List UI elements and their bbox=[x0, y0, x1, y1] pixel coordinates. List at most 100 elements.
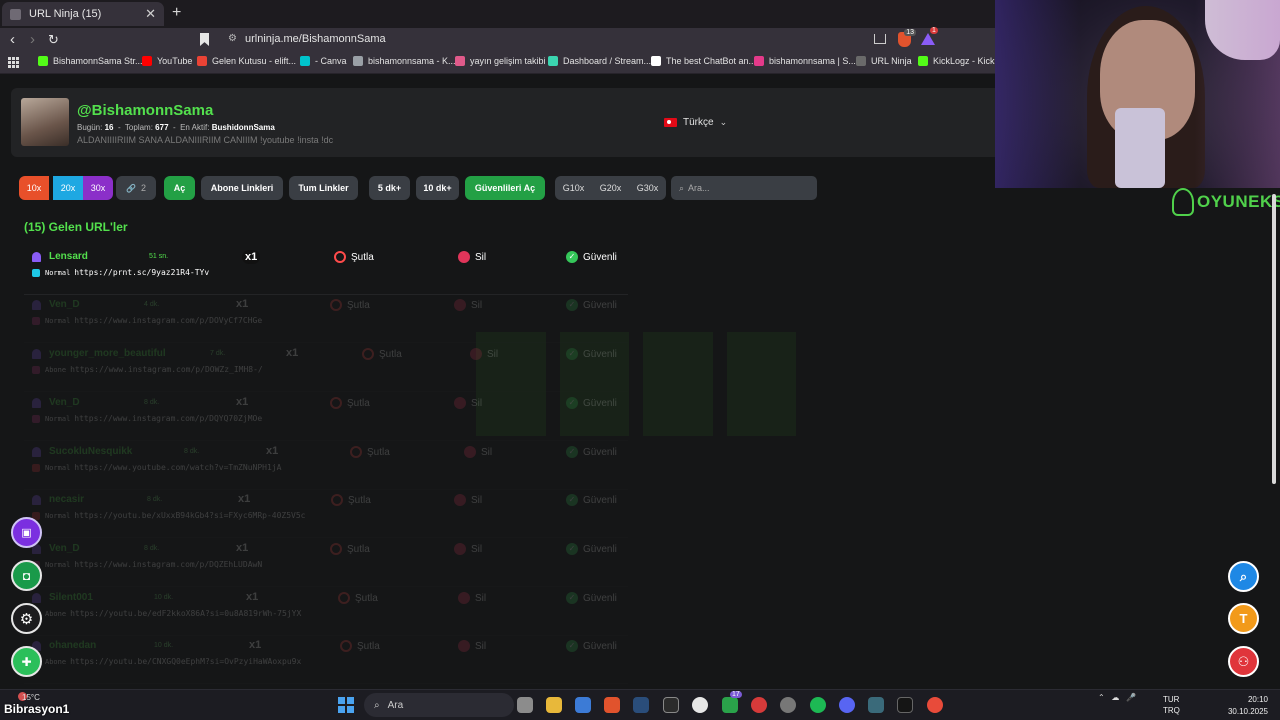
bookmark-item[interactable]: The best ChatBot an... bbox=[651, 56, 756, 66]
mult-20x-button[interactable]: 20x bbox=[53, 176, 83, 200]
url-text[interactable]: https://prnt.sc/9yaz21R4-TYv bbox=[74, 268, 209, 277]
g10x-button[interactable]: G10x bbox=[555, 176, 592, 200]
url-sender[interactable]: younger_more_beautiful bbox=[32, 348, 166, 359]
url-sender[interactable]: ohanedan bbox=[32, 640, 96, 651]
language-indicator[interactable]: TUR TRQ bbox=[1163, 694, 1180, 716]
capcut-icon[interactable] bbox=[897, 697, 913, 713]
mult-10x-button[interactable]: 10x bbox=[19, 176, 49, 200]
spotify-icon[interactable] bbox=[810, 697, 826, 713]
safe-button[interactable]: ✓ Güvenli bbox=[566, 592, 617, 604]
mult-30x-button[interactable]: 30x bbox=[83, 176, 113, 200]
open-safe-button[interactable]: Güvenlileri Aç bbox=[465, 176, 545, 200]
bookmark-item[interactable]: URL Ninja bbox=[856, 56, 912, 66]
delete-button[interactable]: Sil bbox=[458, 251, 486, 263]
back-icon[interactable]: ‹ bbox=[10, 31, 15, 48]
windows-start-icon[interactable] bbox=[338, 697, 354, 713]
safe-button[interactable]: ✓ Güvenli bbox=[566, 299, 617, 311]
url-link[interactable]: Abone https://www.instagram.com/p/DOWZz_I… bbox=[32, 365, 263, 374]
url-link[interactable]: Normal https://www.instagram.com/p/DQZEhL… bbox=[32, 560, 262, 569]
brave-taskbar-icon[interactable] bbox=[604, 697, 620, 713]
camera-widget-icon[interactable]: ◘ bbox=[11, 560, 42, 591]
epic-games-icon[interactable] bbox=[663, 697, 679, 713]
url-sender[interactable]: Ven_D bbox=[32, 299, 80, 310]
address-bar[interactable]: ⚙ urlninja.me/BishamonnSama bbox=[218, 29, 942, 51]
search-widget-icon[interactable]: ⌕ bbox=[1228, 561, 1259, 592]
url-sender[interactable]: necasir bbox=[32, 494, 84, 505]
system-tray[interactable]: ⌃ ☁ 🎤 bbox=[1098, 693, 1136, 702]
url-link[interactable]: Abone https://youtu.be/edF2kkoX86A?si=0u8… bbox=[32, 609, 301, 618]
forward-icon[interactable]: › bbox=[30, 31, 35, 48]
taskbar-search[interactable]: ⌕ Ara bbox=[364, 693, 514, 717]
settings-gear-icon[interactable]: ⚙ bbox=[11, 603, 42, 634]
bookmark-item[interactable]: Dashboard / Stream... bbox=[548, 56, 651, 66]
url-sender[interactable]: SucokluNesquikk bbox=[32, 446, 132, 457]
safe-button[interactable]: ✓ Güvenli bbox=[566, 251, 617, 263]
delete-button[interactable]: Sil bbox=[454, 543, 482, 555]
url-text[interactable]: https://www.instagram.com/p/DQZEhLUDAwN bbox=[74, 560, 262, 569]
url-text[interactable]: https://www.youtube.com/watch?v=TmZNuNPH… bbox=[74, 463, 281, 472]
url-link[interactable]: Abone https://youtu.be/CNXGQ0eEphM?si=OvP… bbox=[32, 657, 301, 666]
link-count-button[interactable]: 🔗 2 bbox=[116, 176, 156, 200]
safe-button[interactable]: ✓ Güvenli bbox=[566, 494, 617, 506]
all-links-button[interactable]: Tum Linkler bbox=[289, 176, 358, 200]
url-text[interactable]: urlninja.me/BishamonnSama bbox=[245, 33, 386, 45]
site-info-icon[interactable]: ⚙ bbox=[228, 33, 237, 44]
5-min-button[interactable]: 5 dk+ bbox=[369, 176, 410, 200]
chrome-icon[interactable] bbox=[927, 697, 943, 713]
open-button[interactable]: Aç bbox=[164, 176, 195, 200]
ban-button[interactable]: Şutla bbox=[330, 543, 370, 555]
page-scrollbar[interactable] bbox=[1272, 186, 1277, 486]
delete-button[interactable]: Sil bbox=[454, 299, 482, 311]
store-icon[interactable] bbox=[575, 697, 591, 713]
ban-button[interactable]: Şutla bbox=[330, 299, 370, 311]
obs-icon[interactable] bbox=[692, 697, 708, 713]
bookmark-item[interactable]: bishamonnsama | S... bbox=[754, 56, 856, 66]
tab-active[interactable]: URL Ninja (15) ✕ bbox=[2, 2, 164, 26]
url-link[interactable]: Normal https://www.instagram.com/p/DOVyCf… bbox=[32, 316, 262, 325]
url-sender[interactable]: Ven_D bbox=[32, 397, 80, 408]
app-icon[interactable] bbox=[868, 697, 884, 713]
subscriber-links-button[interactable]: Abone Linkleri bbox=[201, 176, 283, 200]
g20x-button[interactable]: G20x bbox=[592, 176, 629, 200]
ban-button[interactable]: Şutla bbox=[338, 592, 378, 604]
add-user-icon[interactable]: ✚ bbox=[11, 646, 42, 677]
bookmark-item[interactable]: KickLogz - Kick Ya bbox=[918, 56, 1007, 66]
delete-button[interactable]: Sil bbox=[458, 640, 486, 652]
ban-button[interactable]: Şutla bbox=[362, 348, 402, 360]
bookmark-item[interactable]: - Canva bbox=[300, 56, 347, 66]
twitch-widget-icon[interactable]: ▣ bbox=[11, 517, 42, 548]
g30x-button[interactable]: G30x bbox=[629, 176, 666, 200]
url-link[interactable]: Normal https://youtu.be/xUxxB94kGb4?si=FX… bbox=[32, 511, 305, 520]
language-select[interactable]: Türkçe ⌄ bbox=[664, 117, 727, 128]
url-text[interactable]: https://youtu.be/xUxxB94kGb4?si=FXyc6MRp… bbox=[74, 511, 305, 520]
url-link[interactable]: Normal https://www.instagram.com/p/DQYQ70… bbox=[32, 414, 262, 423]
steam-icon[interactable] bbox=[633, 697, 649, 713]
url-text[interactable]: https://www.instagram.com/p/DOWZz_IMH8-/ bbox=[70, 365, 263, 374]
url-link[interactable]: Normal https://prnt.sc/9yaz21R4-TYv bbox=[32, 268, 209, 277]
clock[interactable]: 20:10 30.10.2025 bbox=[1226, 694, 1268, 718]
url-sender[interactable]: Ven_D bbox=[32, 543, 80, 554]
url-text[interactable]: https://www.instagram.com/p/DQYQ70ZjMOe bbox=[74, 414, 262, 423]
safe-button[interactable]: ✓ Güvenli bbox=[566, 640, 617, 652]
discord-icon[interactable] bbox=[839, 697, 855, 713]
delete-button[interactable]: Sil bbox=[470, 348, 498, 360]
url-text[interactable]: https://youtu.be/CNXGQ0eEphM?si=OvPzyiHa… bbox=[70, 657, 301, 666]
sponsor-widget[interactable]: T bbox=[1228, 603, 1259, 634]
ban-button[interactable]: Şutla bbox=[334, 251, 374, 263]
safe-button[interactable]: ✓ Güvenli bbox=[566, 397, 617, 409]
brave-rewards-icon[interactable]: 1 bbox=[921, 27, 938, 45]
ban-button[interactable]: Şutla bbox=[330, 397, 370, 409]
bookmark-item[interactable]: BishamonnSama Str... bbox=[38, 56, 143, 66]
bookmark-icon[interactable] bbox=[200, 33, 209, 46]
brave-shields-icon[interactable]: 13 bbox=[898, 29, 916, 47]
delete-button[interactable]: Sil bbox=[454, 494, 482, 506]
safe-button[interactable]: ✓ Güvenli bbox=[566, 348, 617, 360]
file-explorer-icon[interactable] bbox=[546, 697, 562, 713]
url-text[interactable]: https://youtu.be/edF2kkoX86A?si=0u8A819r… bbox=[70, 609, 301, 618]
url-link[interactable]: Normal https://www.youtube.com/watch?v=Tm… bbox=[32, 463, 281, 472]
reload-icon[interactable]: ↻ bbox=[48, 32, 59, 48]
share-icon[interactable] bbox=[874, 34, 886, 44]
url-sender[interactable]: Lensard bbox=[32, 251, 88, 262]
new-tab-button[interactable]: + bbox=[172, 4, 181, 22]
bookmark-item[interactable]: bishamonnsama - K... bbox=[353, 56, 456, 66]
